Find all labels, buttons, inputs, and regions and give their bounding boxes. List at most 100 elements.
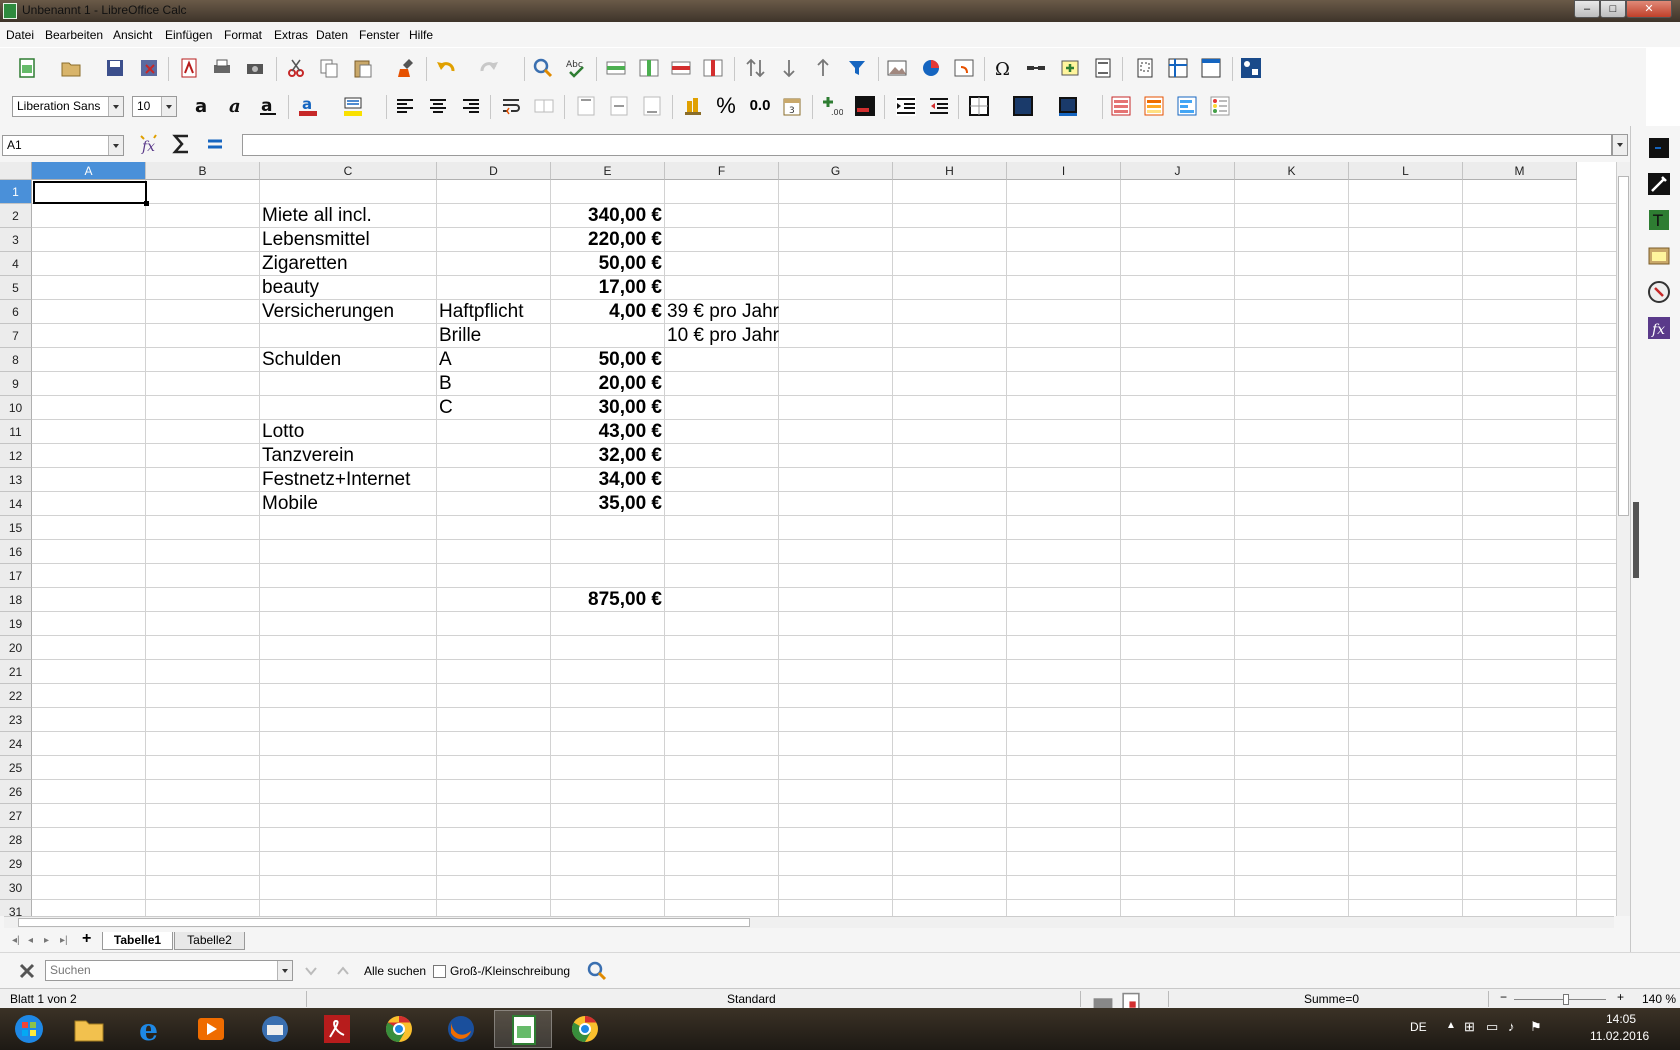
sort-ascending-icon[interactable] (778, 57, 800, 79)
merge-cells-icon[interactable] (533, 95, 555, 117)
find-previous-icon[interactable] (332, 960, 354, 982)
column-header-l[interactable]: L (1349, 162, 1463, 180)
row-header-19[interactable]: 19 (0, 612, 32, 636)
function-wizard-icon[interactable]: fx (138, 133, 160, 155)
cell-c12[interactable]: Tanzverein (262, 444, 354, 468)
highlight-color-icon[interactable] (342, 95, 364, 117)
row-header-11[interactable]: 11 (0, 420, 32, 444)
menu-einfuegen[interactable]: Einfügen (165, 28, 212, 42)
row-header-1[interactable]: 1 (0, 180, 32, 204)
show-draw-functions-icon[interactable] (1240, 57, 1262, 79)
paste-icon[interactable] (352, 57, 374, 79)
bold-icon[interactable]: a (191, 95, 213, 117)
close-button[interactable]: ✕ (1626, 0, 1672, 18)
column-header-k[interactable]: K (1235, 162, 1349, 180)
save-as-icon[interactable] (138, 57, 160, 79)
column-header-h[interactable]: H (893, 162, 1007, 180)
split-window-icon[interactable] (1200, 57, 1222, 79)
find-all-button[interactable]: Alle suchen (364, 964, 426, 978)
find-replace-dialog-icon[interactable] (586, 960, 608, 982)
zoom-in-button[interactable]: + (1617, 990, 1624, 1004)
zoom-out-button[interactable]: − (1500, 990, 1507, 1004)
cell-d6[interactable]: Haftpflicht (439, 300, 523, 324)
column-header-c[interactable]: C (260, 162, 437, 180)
menu-format[interactable]: Format (224, 28, 262, 42)
underline-icon[interactable]: a (257, 95, 279, 117)
conditional-format-icon[interactable] (1110, 95, 1132, 117)
row-header-15[interactable]: 15 (0, 516, 32, 540)
tray-clock-time[interactable]: 14:05 (1606, 1012, 1636, 1026)
increase-indent-icon[interactable] (895, 95, 917, 117)
sidebar-styles-icon[interactable]: T (1647, 208, 1671, 232)
menu-fenster[interactable]: Fenster (359, 28, 400, 42)
zoom-level[interactable]: 140 % (1642, 992, 1676, 1006)
open-folder-icon[interactable] (60, 57, 82, 79)
row-header-6[interactable]: 6 (0, 300, 32, 324)
menu-datei[interactable]: Datei (6, 28, 34, 42)
freeze-rows-columns-icon[interactable] (1167, 57, 1189, 79)
sidebar-menu-icon[interactable] (1647, 136, 1671, 160)
cell-c8[interactable]: Schulden (262, 348, 341, 372)
column-header-j[interactable]: J (1121, 162, 1235, 180)
taskbar-libreoffice-calc-icon[interactable] (494, 1010, 552, 1048)
column-header-i[interactable]: I (1007, 162, 1121, 180)
row-header-16[interactable]: 16 (0, 540, 32, 564)
row-header-21[interactable]: 21 (0, 660, 32, 684)
cell-c11[interactable]: Lotto (262, 420, 304, 444)
font-size-dropdown[interactable] (161, 97, 176, 116)
cell-e12[interactable]: 32,00 € (553, 444, 662, 468)
taskbar-chrome-icon-2[interactable] (556, 1010, 614, 1048)
prev-sheet-icon[interactable]: ◂ (28, 935, 33, 946)
cell-c6[interactable]: Versicherungen (262, 300, 394, 324)
row-header-17[interactable]: 17 (0, 564, 32, 588)
menu-daten[interactable]: Daten (316, 28, 348, 42)
pivot-table-icon[interactable] (953, 57, 975, 79)
border-style-icon[interactable] (1012, 95, 1034, 117)
selection-mode-icon[interactable] (1092, 992, 1113, 1010)
cell-c4[interactable]: Zigaretten (262, 252, 348, 276)
sidebar-properties-icon[interactable] (1647, 172, 1671, 196)
clone-formatting-icon[interactable] (396, 57, 418, 79)
row-header-13[interactable]: 13 (0, 468, 32, 492)
cut-icon[interactable] (285, 57, 307, 79)
row-header-29[interactable]: 29 (0, 852, 32, 876)
special-character-icon[interactable]: Ω (992, 57, 1014, 79)
cell-e6[interactable]: 4,00 € (553, 300, 662, 324)
next-sheet-icon[interactable]: ▸ (44, 935, 49, 946)
align-bottom-icon[interactable] (641, 95, 663, 117)
row-header-27[interactable]: 27 (0, 804, 32, 828)
cell-e11[interactable]: 43,00 € (553, 420, 662, 444)
cell-e3[interactable]: 220,00 € (553, 228, 662, 252)
cell-e14[interactable]: 35,00 € (553, 492, 662, 516)
cell-e2[interactable]: 340,00 € (553, 204, 662, 228)
taskbar-chrome-icon[interactable] (370, 1010, 428, 1048)
zoom-slider-track[interactable] (1514, 999, 1606, 1000)
tray-overflow-icon[interactable]: ▲ (1446, 1020, 1456, 1031)
delete-columns-icon[interactable] (702, 57, 724, 79)
cell-d9[interactable]: B (439, 372, 452, 396)
cell-c2[interactable]: Miete all incl. (262, 204, 372, 228)
data-bar-icon[interactable] (1176, 95, 1198, 117)
wrap-text-icon[interactable] (500, 95, 522, 117)
column-header-d[interactable]: D (437, 162, 551, 180)
font-name-box[interactable]: Liberation Sans (12, 96, 124, 117)
row-header-4[interactable]: 4 (0, 252, 32, 276)
insert-chart-icon[interactable] (920, 57, 942, 79)
zoom-slider-thumb[interactable] (1563, 994, 1569, 1005)
cell-e13[interactable]: 34,00 € (553, 468, 662, 492)
sidebar-navigator-icon[interactable] (1647, 280, 1671, 304)
cell-c5[interactable]: beauty (262, 276, 319, 300)
formula-input[interactable] (242, 134, 1612, 156)
cell-f7[interactable]: 10 € pro Jahr (667, 324, 779, 348)
cell-c13[interactable]: Festnetz+Internet (262, 468, 410, 492)
sum-icon[interactable] (171, 133, 193, 155)
row-header-28[interactable]: 28 (0, 828, 32, 852)
row-header-10[interactable]: 10 (0, 396, 32, 420)
first-sheet-icon[interactable]: ◂| (12, 935, 20, 946)
tray-network-icon[interactable]: ▭ (1486, 1019, 1498, 1035)
menu-extras[interactable]: Extras (274, 28, 308, 42)
column-header-m[interactable]: M (1463, 162, 1577, 180)
italic-icon[interactable]: a (224, 95, 246, 117)
sheet-tab-tabelle2[interactable]: Tabelle2 (174, 932, 245, 950)
headers-footers-icon[interactable] (1092, 57, 1114, 79)
